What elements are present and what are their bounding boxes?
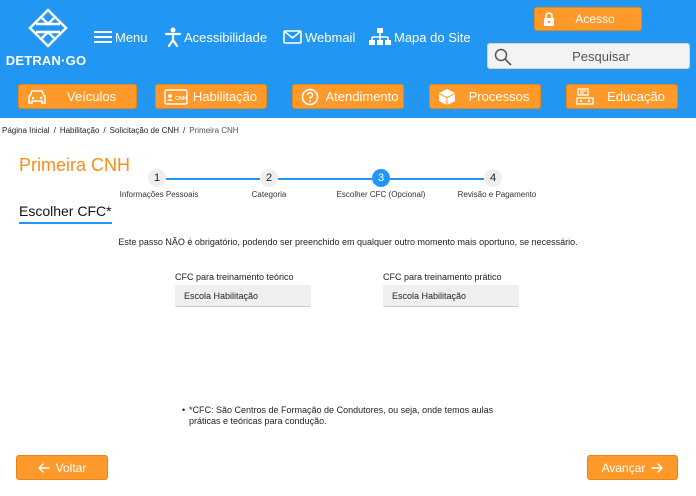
next-label: Avançar (601, 460, 646, 475)
category-educacao[interactable]: Educação (566, 84, 678, 109)
breadcrumb-separator: / (53, 126, 56, 135)
breadcrumb: Página Inicial / Habilitação / Solicitaç… (2, 126, 239, 135)
page-title: Primeira CNH (19, 155, 131, 175)
logo-text: DETRAN·GO (5, 53, 87, 68)
sitemap-link[interactable]: Mapa do Site (369, 26, 471, 48)
search-box[interactable] (487, 43, 690, 69)
step-3-circle: 3 (372, 169, 390, 187)
category-atendimento[interactable]: Atendimento (292, 84, 404, 109)
cfc-footnote: • *CFC: São Centros de Formação de Condu… (182, 405, 522, 427)
category-veiculos[interactable]: Veículos (18, 84, 137, 109)
cnh-card-icon: CNH (164, 89, 188, 105)
pratico-select[interactable]: Escola Habilitação (383, 285, 519, 307)
category-label: Educação (607, 89, 665, 104)
footnote-text: *CFC: São Centros de Formação de Conduto… (189, 405, 494, 426)
category-bar: Veículos CNH Habilitação Atendimento Pro… (0, 78, 696, 118)
teorico-label: CFC para treinamento teórico (175, 272, 294, 282)
category-label: Veículos (66, 89, 117, 104)
detran-logo-icon (28, 8, 68, 48)
step-4-label: Revisão e Pagamento (457, 190, 537, 199)
info-text: Este passo NÃO é obrigatório, podendo se… (118, 237, 578, 247)
pratico-label: CFC para treinamento prático (383, 272, 502, 282)
breadcrumb-separator: / (103, 126, 106, 135)
arrow-left-icon (37, 462, 50, 473)
accessibility-label: Acessibilidade (184, 29, 268, 45)
car-icon (28, 90, 46, 104)
stepper-connector (278, 178, 372, 180)
site-header: DETRAN·GO Menu Acessibilidade Webmail Ma… (0, 0, 696, 78)
stepper-connector (390, 178, 484, 180)
back-label: Voltar (55, 460, 87, 475)
acesso-label: Acesso (575, 12, 615, 26)
search-input[interactable] (516, 46, 686, 66)
menu-label: Menu (115, 29, 148, 45)
menu-button[interactable]: Menu (94, 26, 148, 48)
education-icon (576, 88, 594, 105)
category-processos[interactable]: Processos (429, 84, 541, 109)
search-icon (494, 48, 512, 66)
help-circle-icon (301, 88, 319, 106)
box-icon (439, 89, 455, 105)
breadcrumb-separator: / (183, 126, 186, 135)
category-label: Habilitação (192, 89, 258, 104)
category-label: Atendimento (325, 89, 399, 104)
step-4-circle: 4 (484, 169, 502, 187)
category-habilitacao[interactable]: CNH Habilitação (155, 84, 267, 109)
step-2-circle: 2 (260, 169, 278, 187)
breadcrumb-link-inicio[interactable]: Página Inicial (2, 126, 50, 135)
section-title: Escolher CFC* (19, 203, 112, 224)
teorico-select[interactable]: Escola Habilitação (175, 285, 311, 307)
sitemap-icon (369, 28, 391, 45)
step-1-label: Informações Pessoais (119, 190, 199, 199)
back-button[interactable]: Voltar (16, 455, 108, 480)
svg-text:CNH: CNH (175, 96, 187, 102)
mail-icon (283, 30, 302, 44)
step-3-label: Escolher CFC (Opcional) (336, 190, 426, 199)
webmail-link[interactable]: Webmail (283, 26, 355, 48)
hamburger-icon (94, 31, 112, 43)
next-button[interactable]: Avançar (587, 455, 678, 480)
stepper-connector (166, 178, 260, 180)
accessibility-link[interactable]: Acessibilidade (165, 26, 267, 48)
webmail-label: Webmail (305, 29, 356, 45)
step-1-circle: 1 (148, 169, 166, 187)
breadcrumb-link-solicitacao[interactable]: Solicitação de CNH (110, 126, 179, 135)
detran-logo[interactable]: DETRAN·GO (4, 6, 88, 72)
acesso-button[interactable]: Acesso (534, 7, 642, 31)
arrow-right-icon (651, 462, 664, 473)
breadcrumb-link-habilitacao[interactable]: Habilitação (60, 126, 100, 135)
accessibility-icon (165, 27, 181, 47)
sitemap-label: Mapa do Site (394, 29, 471, 45)
breadcrumb-current: Primeira CNH (189, 126, 239, 135)
category-label: Processos (468, 89, 530, 104)
footnote-bullet: • (182, 405, 186, 415)
step-2-label: Categoria (251, 190, 287, 199)
